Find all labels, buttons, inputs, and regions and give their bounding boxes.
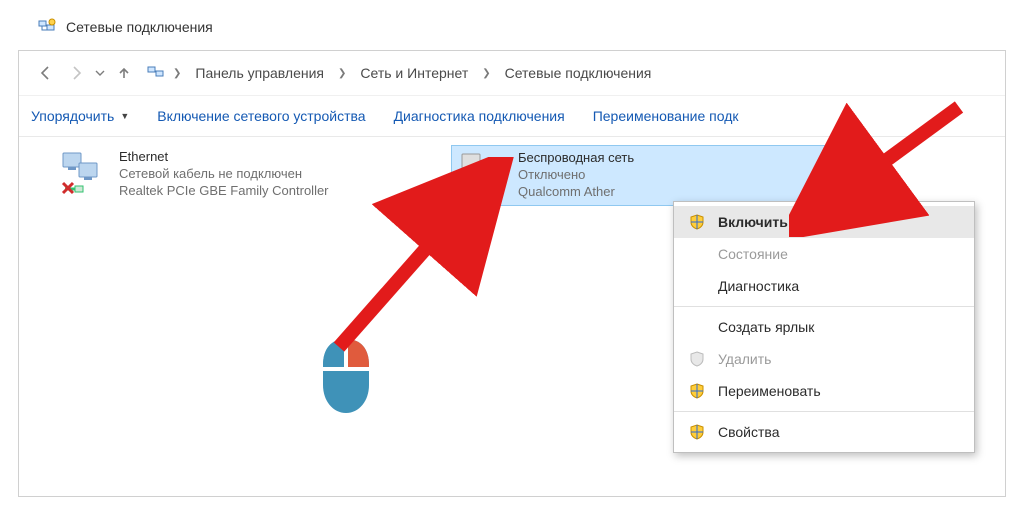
nav-up-button[interactable] <box>109 58 139 88</box>
connection-device: Qualcomm Ather <box>518 184 634 201</box>
address-bar: ❯ Панель управления ❯ Сеть и Интернет ❯ … <box>19 51 1005 96</box>
menu-item-create-shortcut[interactable]: Создать ярлык <box>674 311 974 343</box>
nav-history-dropdown[interactable] <box>91 58 109 88</box>
ethernet-icon <box>59 149 107 197</box>
connection-status: Отключено <box>518 167 634 184</box>
menu-separator <box>674 411 974 412</box>
menu-item-enable[interactable]: Включить <box>674 206 974 238</box>
chevron-right-icon[interactable]: ❯ <box>338 68 346 79</box>
shield-icon <box>688 383 706 399</box>
chevron-right-icon[interactable]: ❯ <box>173 68 181 79</box>
breadcrumb-network-internet[interactable]: Сеть и Интернет <box>354 61 474 85</box>
menu-item-rename[interactable]: Переименовать <box>674 375 974 407</box>
menu-item-properties[interactable]: Свойства <box>674 416 974 448</box>
titlebar: Сетевые подключения <box>18 18 1006 36</box>
breadcrumb: ❯ Панель управления ❯ Сеть и Интернет ❯ … <box>147 61 657 85</box>
window-title: Сетевые подключения <box>66 19 213 35</box>
window: Сетевые подключения <box>0 0 1024 532</box>
explorer-shell: ❯ Панель управления ❯ Сеть и Интернет ❯ … <box>18 50 1006 497</box>
chevron-right-icon[interactable]: ❯ <box>482 68 490 79</box>
chevron-down-icon: ▼ <box>120 111 129 121</box>
connection-name: Ethernet <box>119 149 329 166</box>
menu-item-delete: Удалить <box>674 343 974 375</box>
breadcrumb-network-connections[interactable]: Сетевые подключения <box>499 61 658 85</box>
connection-device: Realtek PCIe GBE Family Controller <box>119 183 329 200</box>
connection-item-ethernet[interactable]: Ethernet Сетевой кабель не подключен Rea… <box>59 149 329 200</box>
command-bar: Упорядочить ▼ Включение сетевого устройс… <box>19 96 1005 137</box>
connection-status: Сетевой кабель не подключен <box>119 166 329 183</box>
wireless-icon <box>458 150 506 198</box>
organize-menu[interactable]: Упорядочить ▼ <box>31 108 129 124</box>
enable-device-button[interactable]: Включение сетевого устройства <box>157 108 365 124</box>
breadcrumb-root-icon[interactable] <box>147 64 165 82</box>
menu-separator <box>674 306 974 307</box>
diagnose-connection-button[interactable]: Диагностика подключения <box>394 108 565 124</box>
menu-item-diagnose[interactable]: Диагностика <box>674 270 974 302</box>
connection-item-wireless[interactable]: Беспроводная сеть Отключено Qualcomm Ath… <box>451 145 835 206</box>
shield-icon <box>688 424 706 440</box>
rename-connection-button[interactable]: Переименование подк <box>593 108 739 124</box>
shield-icon <box>688 214 706 230</box>
network-connections-icon <box>38 18 56 36</box>
connections-area: Ethernet Сетевой кабель не подключен Rea… <box>19 137 1005 496</box>
breadcrumb-control-panel[interactable]: Панель управления <box>189 61 330 85</box>
mouse-right-click-icon <box>319 337 373 415</box>
shield-icon <box>688 351 706 367</box>
nav-back-button[interactable] <box>31 58 61 88</box>
context-menu: Включить Состояние Диагностика Создать я… <box>673 201 975 453</box>
connection-name: Беспроводная сеть <box>518 150 634 167</box>
nav-forward-button[interactable] <box>61 58 91 88</box>
menu-item-status: Состояние <box>674 238 974 270</box>
